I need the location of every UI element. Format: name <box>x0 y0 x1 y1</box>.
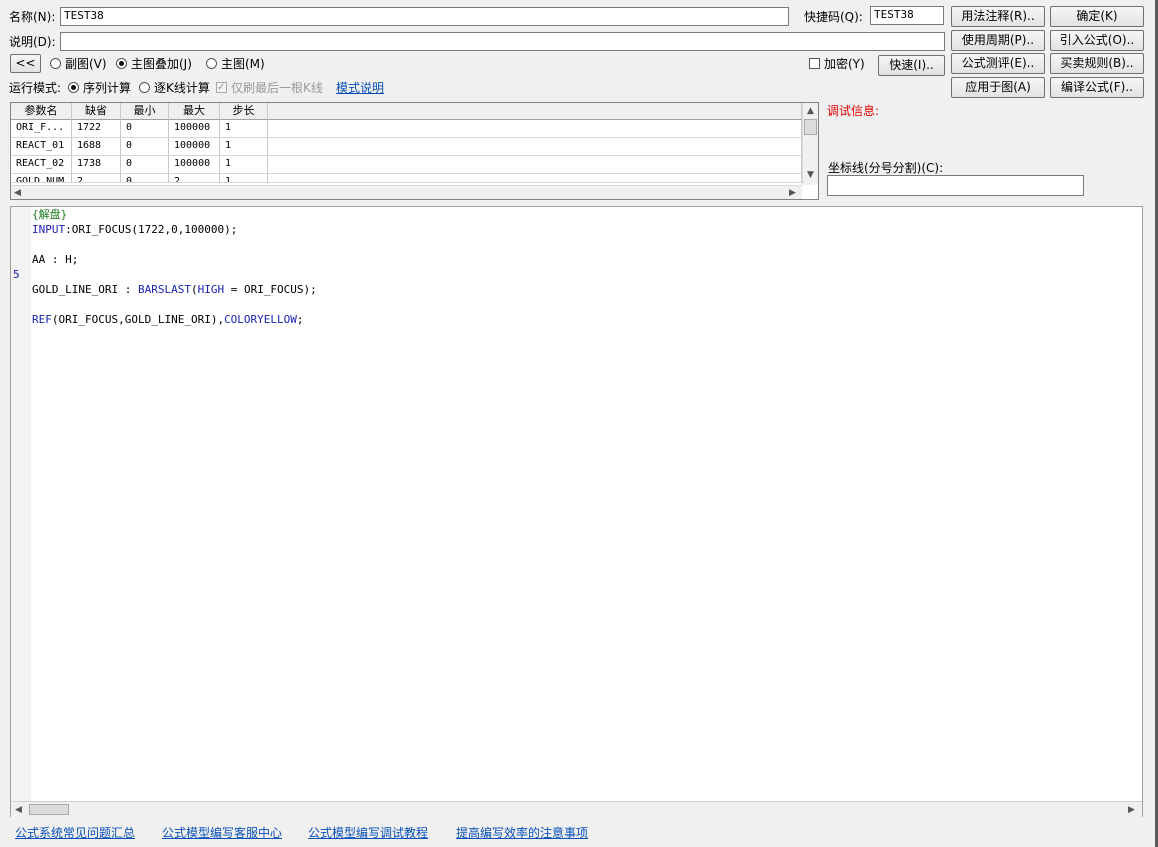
table-vertical-scrollbar[interactable]: ▲ ▼ <box>802 103 818 185</box>
code-line: REF(ORI_FOCUS,GOLD_LINE_ORI),COLORYELLOW… <box>32 313 304 326</box>
cell: GOLD_NUM <box>11 174 72 183</box>
quick-button[interactable]: 快速(I).. <box>878 55 945 76</box>
column-header[interactable]: 最小 <box>121 103 169 120</box>
cell: 1 <box>220 138 268 156</box>
cell: 1722 <box>72 120 121 138</box>
cell <box>268 138 802 156</box>
radio-selected-icon <box>68 82 79 93</box>
footer-link-support[interactable]: 公式模型编写客服中心 <box>162 825 282 841</box>
encrypt-checkbox[interactable]: 加密(Y) <box>809 56 865 72</box>
name-label: 名称(N): <box>9 10 56 24</box>
radio-main-chart[interactable]: 主图(M) <box>206 56 265 72</box>
radio-icon <box>50 58 61 69</box>
editor-horizontal-scrollbar[interactable]: ◀ ▶ <box>11 801 1142 817</box>
line-marker: 5 <box>13 268 20 281</box>
cell: 1738 <box>72 156 121 174</box>
footer-link-efficiency-tips[interactable]: 提高编写效率的注意事项 <box>456 825 588 841</box>
cell: ORI_F... <box>11 120 72 138</box>
scroll-left-icon[interactable]: ◀ <box>14 187 21 199</box>
radio-sub-chart[interactable]: 副图(V) <box>50 56 107 72</box>
checkbox-icon <box>809 58 820 69</box>
column-header[interactable]: 最大 <box>169 103 220 120</box>
cell <box>268 120 802 138</box>
param-table[interactable]: 参数名 缺省 最小 最大 步长 ORI_F... 1722 0 100000 1… <box>10 102 819 200</box>
radio-selected-icon <box>116 58 127 69</box>
axis-field[interactable] <box>827 175 1084 196</box>
desc-label: 说明(D): <box>9 35 56 49</box>
debug-info-label: 调试信息: <box>827 104 880 118</box>
cell: 1688 <box>72 138 121 156</box>
column-header-filler <box>268 103 802 120</box>
code-line: GOLD_LINE_ORI : BARSLAST(HIGH = ORI_FOCU… <box>32 283 317 296</box>
hotkey-label: 快捷码(Q): <box>804 10 863 24</box>
cell <box>268 174 802 183</box>
collapse-button[interactable]: << <box>10 54 41 73</box>
scroll-thumb[interactable] <box>29 804 69 815</box>
footer-link-debug-tutorial[interactable]: 公式模型编写调试教程 <box>308 825 428 841</box>
cell: 2 <box>169 174 220 183</box>
compile-button[interactable]: 编译公式(F).. <box>1050 77 1144 98</box>
cell: 1 <box>220 174 268 183</box>
desc-field[interactable] <box>60 32 945 51</box>
trade-rules-button[interactable]: 买卖规则(B).. <box>1050 53 1144 74</box>
run-mode-label: 运行模式: <box>9 81 62 95</box>
code-line: INPUT:ORI_FOCUS(1722,0,100000); <box>32 223 238 236</box>
scroll-up-icon[interactable]: ▲ <box>807 105 814 117</box>
radio-sequence-calc[interactable]: 序列计算 <box>68 80 131 96</box>
radio-main-overlay[interactable]: 主图叠加(J) <box>116 56 192 72</box>
radio-per-bar-calc[interactable]: 逐K线计算 <box>139 80 210 96</box>
editor-gutter: 5 <box>11 207 31 801</box>
apply-chart-button[interactable]: 应用于图(A) <box>951 77 1045 98</box>
use-period-button[interactable]: 使用周期(P).. <box>951 30 1045 51</box>
scroll-down-icon[interactable]: ▼ <box>807 169 814 181</box>
cell: 0 <box>121 174 169 183</box>
scroll-right-icon[interactable]: ▶ <box>1128 804 1135 816</box>
scroll-right-icon[interactable]: ▶ <box>789 187 796 199</box>
cell: REACT_01 <box>11 138 72 156</box>
ok-button[interactable]: 确定(K) <box>1050 6 1144 27</box>
cell: REACT_02 <box>11 156 72 174</box>
mode-help-link[interactable]: 模式说明 <box>336 80 384 96</box>
column-header[interactable]: 缺省 <box>72 103 121 120</box>
cell: 100000 <box>169 156 220 174</box>
import-formula-button[interactable]: 引入公式(O).. <box>1050 30 1144 51</box>
cell: 1 <box>220 120 268 138</box>
usage-notes-button[interactable]: 用法注释(R).. <box>951 6 1045 27</box>
checkbox-checked-icon <box>216 80 227 96</box>
radio-icon <box>206 58 217 69</box>
radio-icon <box>139 82 150 93</box>
cell: 100000 <box>169 120 220 138</box>
code-editor[interactable]: 5 {解盘} INPUT:ORI_FOCUS(1722,0,100000); A… <box>10 206 1143 817</box>
cell: 0 <box>121 138 169 156</box>
scroll-thumb[interactable] <box>804 119 817 135</box>
axis-label: 坐标线(分号分割)(C): <box>828 161 944 175</box>
hotkey-field[interactable]: TEST38 <box>870 6 944 25</box>
footer-link-faq[interactable]: 公式系统常见问题汇总 <box>15 825 135 841</box>
cell: 1 <box>220 156 268 174</box>
formula-test-button[interactable]: 公式测评(E).. <box>951 53 1045 74</box>
scroll-left-icon[interactable]: ◀ <box>15 804 22 816</box>
table-horizontal-scrollbar[interactable]: ◀ ▶ <box>11 185 802 199</box>
column-header[interactable]: 步长 <box>220 103 268 120</box>
cell: 100000 <box>169 138 220 156</box>
column-header[interactable]: 参数名 <box>11 103 72 120</box>
refresh-last-checkbox[interactable]: 仅刷最后一根K线 <box>216 80 323 96</box>
cell <box>268 156 802 174</box>
cell: 0 <box>121 120 169 138</box>
code-line: AA : H; <box>32 253 79 266</box>
code-line: {解盘} <box>32 208 68 221</box>
cell: 2 <box>72 174 121 183</box>
cell: 0 <box>121 156 169 174</box>
name-field[interactable]: TEST38 <box>60 7 789 26</box>
